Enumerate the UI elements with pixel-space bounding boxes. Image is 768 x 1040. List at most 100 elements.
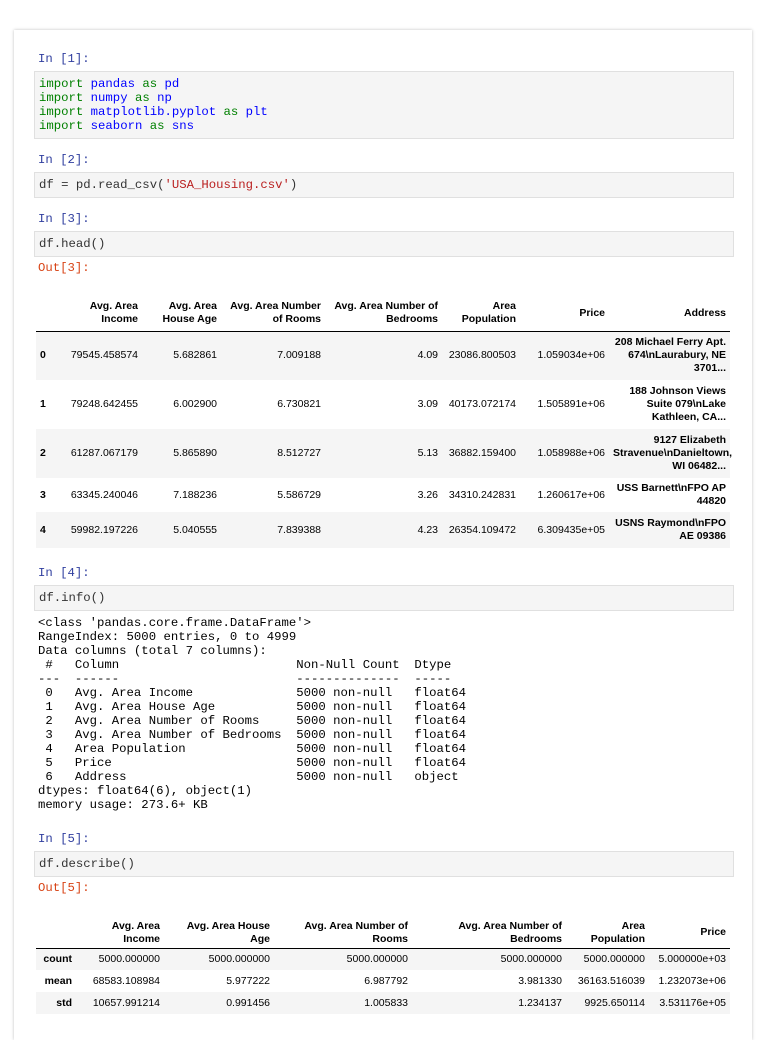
info-line: <class 'pandas.core.frame.DataFrame'> [38,616,312,630]
cell-3-prompt: In [3]: [38,212,90,226]
table-cell: 36163.516039 [577,974,645,987]
table-cell: 8.512727 [277,447,321,459]
table-cell: 6.987792 [364,974,408,987]
table-cell: 5.865890 [173,447,217,459]
table-cell: 7.009188 [277,349,321,362]
code-token-nm: sns [171,119,195,133]
column-header: Avg. Area Number of Bedrooms [458,919,562,945]
table-cell: 5.040555 [173,523,217,536]
code-token-kw: import [39,77,84,91]
table-cell: 6.730821 [277,398,321,410]
code-line: import seaborn as sns [39,119,729,133]
table-cell: 3.26 [417,488,438,501]
table-cell: 5.13 [417,447,438,459]
table-cell: 1.005833 [364,996,408,1009]
table-cell: 5000.000000 [500,952,562,965]
table-cell: 23086.800503 [448,349,516,362]
cell-5-out-prompt: Out[5]: [38,881,90,895]
table-cell: 1.058988e+06 [537,447,605,459]
describe-dataframe-table: Avg. Area Income Avg. Area House Age Avg. … [36,918,730,1014]
table-cell: 1.232073e+06 [658,974,726,987]
info-line: 4 Area Population 5000 non-null float64 [38,742,467,756]
table-cell: 1.260617e+06 [537,488,605,501]
table-cell: 6.309435e+05 [537,523,605,536]
code-token-kw: as [149,119,165,133]
code-token-plain: ) [289,178,298,192]
table-cell: 1.234137 [518,996,562,1009]
row-index: mean [44,974,72,987]
head-dataframe-table: Avg. Area Income Avg. Area House Age Avg. … [36,296,733,548]
row-index: 2 [40,447,46,459]
table-cell: 5.682861 [173,349,217,362]
info-line: 1 Avg. Area House Age 5000 non-null floa… [38,700,467,714]
row-index: count [43,952,72,965]
table-cell: 61287.067179 [70,447,138,459]
column-header: Avg. Area Number of Rooms [230,300,321,326]
table-cell: 188 Johnson Views Suite 079\nLake Kathle… [629,385,726,423]
table-cell: 10657.991214 [92,996,160,1009]
table-cell: USNS Raymond\nFPO AE 09386 [615,517,726,542]
table-cell: 5.000000e+03 [658,952,726,965]
table-cell: 5000.000000 [346,952,408,965]
info-line: --- ------ -------------- ----- [38,672,467,686]
info-line: # Column Non-Null Count Dtype [38,658,467,672]
row-index: 0 [40,349,46,362]
column-header: Avg. Area Number of Bedrooms [334,300,438,326]
code-line: df = pd.read_csv('USA_Housing.csv') [39,178,729,192]
table-cell: 1.505891e+06 [537,398,605,410]
column-header: Area Population [590,919,645,945]
column-header: Price [579,306,605,319]
info-line: memory usage: 273.6+ KB [38,798,208,812]
table-row: 4 59982.197226 5.040555 7.839388 4.23 26354.1… [36,512,730,548]
table-cell: 7.188236 [173,488,217,501]
code-token-nm: np [157,91,172,105]
cell-4-code[interactable]: df.info() [34,585,734,611]
code-line: import numpy as np [39,91,729,105]
info-line: RangeIndex: 5000 entries, 0 to 4999 [38,630,297,644]
column-header: Avg. Area Number of Rooms [304,919,408,945]
table-cell: 26354.109472 [448,523,516,536]
cell-3-code[interactable]: df.head() [34,231,734,257]
code-token-kw: import [39,119,84,133]
column-header: Price [700,926,726,939]
code-line: import matplotlib.pyplot as plt [39,105,729,119]
table-cell: 3.09 [417,398,438,410]
table-cell: 0.991456 [226,996,270,1009]
table-cell: 6.002900 [173,398,217,410]
code-token-kw: as [142,77,158,91]
cell-5-code[interactable]: df.describe() [34,851,734,877]
table-row: 2 61287.067179 5.865890 8.512727 5.13 36882.1… [36,429,733,478]
table-row: 3 63345.240046 7.188236 5.586729 3.26 34310.2… [36,478,730,512]
info-line: dtypes: float64(6), object(1) [38,784,253,798]
cell-2-code[interactable]: df = pd.read_csv('USA_Housing.csv') [34,172,734,198]
table-row: 0 79545.458574 5.682861 7.009188 4.09 23086.8… [36,331,730,380]
info-line: 3 Avg. Area Number of Bedrooms 5000 non-… [38,728,467,742]
column-header: Avg. Area House Age [186,919,270,945]
cell-1-prompt: In [1]: [38,52,90,66]
table-cell: 1.059034e+06 [537,349,605,362]
table-cell: 34310.242831 [448,488,516,501]
code-token-kw: import [39,105,84,119]
column-header [36,918,76,948]
table-row: std 10657.991214 0.991456 1.005833 1.234137 9… [36,992,730,1014]
table-cell: 5000.000000 [583,952,645,965]
table-cell: 3.981330 [518,974,562,987]
table-cell: 5000.000000 [208,952,270,965]
table-cell: 4.09 [417,349,438,362]
cell-1-code[interactable]: import pandas as pd import numpy as np imp… [34,71,734,139]
table-cell: 79545.458574 [70,349,138,362]
cell-2-prompt: In [2]: [38,153,90,167]
code-token-kw: as [134,91,150,105]
row-index: 3 [40,488,46,501]
table-row: count 5000.000000 5000.000000 5000.000000 50… [36,948,730,970]
table-cell: 208 Michael Ferry Apt. 674\nLaurabury, N… [614,336,726,375]
code-token-nm: pd [164,77,180,91]
table-cell: 9127 Elizabeth Stravenue\nDanieltown, WI… [613,434,733,472]
